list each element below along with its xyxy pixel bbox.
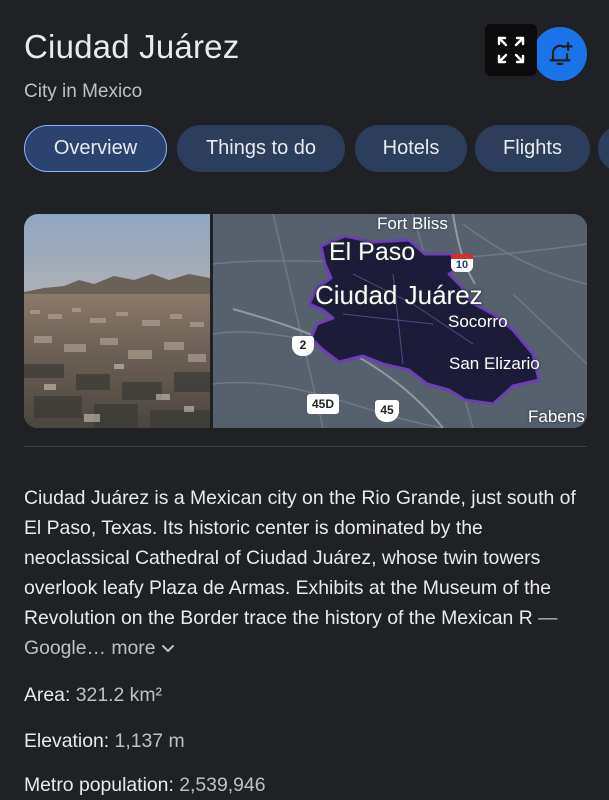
interstate-10-shield: 10: [451, 254, 473, 272]
highway-2-shield: 2: [292, 336, 314, 356]
tab-flights[interactable]: Flights: [475, 125, 590, 172]
fact-metro-population: Metro population: 2,539,946: [24, 774, 266, 797]
place-subtitle: City in Mexico: [24, 81, 143, 102]
fact-elevation: Elevation: 1,137 m: [24, 730, 185, 753]
tab-bar: Overview Things to do Hotels Flights: [24, 125, 609, 173]
map-label-san-elizario: San Elizario: [449, 354, 540, 373]
place-description: Ciudad Juárez is a Mexican city on the R…: [24, 487, 576, 659]
fact-metro-population-label[interactable]: Metro population:: [24, 774, 174, 796]
place-title: Ciudad Juárez: [24, 28, 240, 65]
highway-45-shield: 45: [375, 400, 399, 422]
map-label-el-paso: El Paso: [329, 238, 416, 266]
highway-45d-shield: 45D: [307, 394, 339, 414]
tab-overview[interactable]: Overview: [24, 125, 167, 172]
fullscreen-icon: [497, 36, 525, 64]
fact-metro-population-value: 2,539,946: [173, 774, 266, 796]
map-preview[interactable]: Fort Bliss El Paso Ciudad Juárez Socorro…: [213, 214, 587, 428]
follow-button[interactable]: [533, 27, 587, 81]
fact-area-value: 321.2 km²: [70, 684, 162, 706]
bell-plus-icon: [549, 41, 573, 66]
chevron-down-icon: [161, 644, 174, 653]
fact-elevation-value: 1,137 m: [109, 730, 185, 752]
tab-things-to-do[interactable]: Things to do: [177, 125, 345, 172]
map-label-ciudad-juarez: Ciudad Juárez: [315, 280, 483, 310]
expand-map-button[interactable]: [485, 24, 537, 76]
map-label-socorro: Socorro: [448, 312, 508, 331]
map-label-fabens: Fabens: [528, 407, 585, 426]
fact-elevation-label[interactable]: Elevation:: [24, 730, 109, 752]
fact-area: Area: 321.2 km²: [24, 684, 162, 707]
fact-area-label[interactable]: Area:: [24, 684, 70, 706]
map-label-fort-bliss: Fort Bliss: [377, 214, 448, 233]
tab-hotels[interactable]: Hotels: [355, 125, 467, 172]
tab-next[interactable]: [598, 125, 609, 172]
media-carousel: Fort Bliss El Paso Ciudad Juárez Socorro…: [24, 214, 587, 428]
more-button[interactable]: more: [106, 637, 175, 659]
section-divider: [24, 446, 587, 447]
city-photo[interactable]: [24, 214, 210, 428]
